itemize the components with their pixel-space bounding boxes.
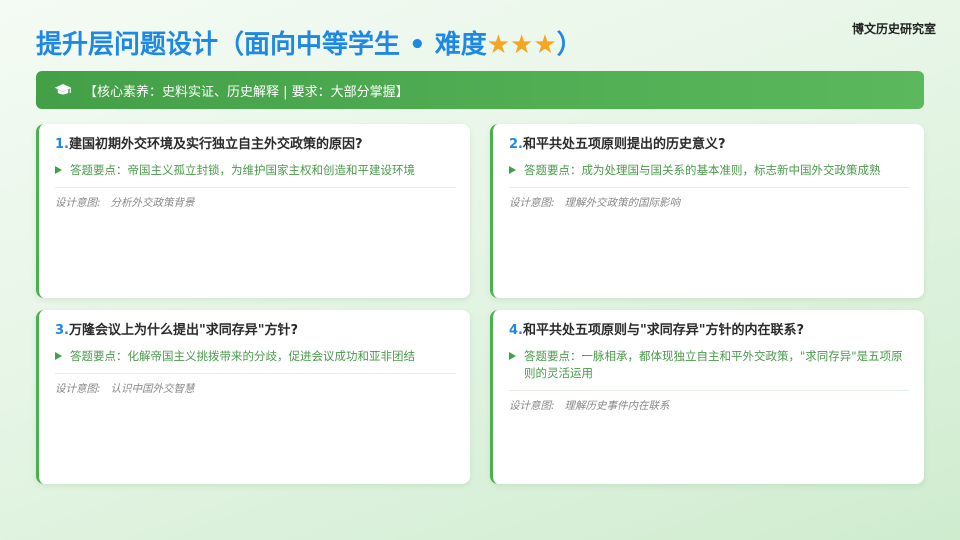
- question-title: 1.建国初期外交环境及实行独立自主外交政策的原因?: [55, 136, 456, 154]
- design-intent: 设计意图: 理解历史事件内在联系: [509, 398, 910, 413]
- intent-text: 分析外交政策背景: [110, 197, 195, 209]
- answer-points: 答题要点：成为处理国与国关系的基本准则，标志新中国外交政策成熟: [509, 162, 910, 188]
- intent-text: 认识中国外交智慧: [110, 383, 195, 395]
- brand-label: 博文历史研究室: [851, 22, 936, 36]
- answer-points: 答题要点：帝国主义孤立封锁，为维护国家主权和创造和平建设环境: [55, 162, 456, 188]
- design-intent: 设计意图: 理解外交政策的国际影响: [509, 195, 910, 210]
- answer-points: 答题要点：一脉相承，都体现独立自主和平外交政策，"求同存异"是五项原则的灵活运用: [509, 348, 910, 391]
- triangle-bullet-icon: [509, 352, 516, 360]
- question-text: 和平共处五项原则与"求同存异"方针的内在联系?: [522, 323, 805, 338]
- answer-text: 答题要点：成为处理国与国关系的基本准则，标志新中国外交政策成熟: [524, 163, 881, 177]
- question-title: 2.和平共处五项原则提出的历史意义?: [509, 136, 910, 154]
- page-title-close: ）: [556, 30, 583, 60]
- intent-text: 理解外交政策的国际影响: [564, 197, 681, 209]
- triangle-bullet-icon: [55, 166, 62, 174]
- intent-label: 设计意图:: [55, 197, 101, 209]
- question-card-4: 4.和平共处五项原则与"求同存异"方针的内在联系? 答题要点：一脉相承，都体现独…: [490, 310, 924, 484]
- question-number: 2.: [509, 137, 523, 152]
- answer-text: 答题要点：一脉相承，都体现独立自主和平外交政策，"求同存异"是五项原则的灵活运用: [524, 349, 903, 380]
- triangle-bullet-icon: [55, 352, 62, 360]
- intent-text: 理解历史事件内在联系: [564, 400, 670, 412]
- question-title: 3.万隆会议上为什么提出"求同存异"方针?: [55, 322, 456, 340]
- answer-text: 答题要点：帝国主义孤立封锁，为维护国家主权和创造和平建设环境: [70, 163, 415, 177]
- question-card-2: 2.和平共处五项原则提出的历史意义? 答题要点：成为处理国与国关系的基本准则，标…: [490, 124, 924, 298]
- answer-text: 答题要点：化解帝国主义挑拨带来的分歧，促进会议成功和亚非团结: [70, 349, 415, 363]
- triangle-bullet-icon: [509, 166, 516, 174]
- intent-label: 设计意图:: [509, 197, 555, 209]
- question-card-3: 3.万隆会议上为什么提出"求同存异"方针? 答题要点：化解帝国主义挑拨带来的分歧…: [36, 310, 470, 484]
- design-intent: 设计意图: 认识中国外交智慧: [55, 381, 456, 396]
- question-number: 3.: [55, 323, 69, 338]
- core-literacy-banner: 【核心素养：史料实证、历史解释 | 要求：大部分掌握】: [36, 71, 924, 109]
- question-text: 建国初期外交环境及实行独立自主外交政策的原因?: [68, 137, 363, 152]
- intent-label: 设计意图:: [55, 383, 101, 395]
- question-number: 4.: [509, 323, 523, 338]
- page-title-text: 提升层问题设计（面向中等学生 • 难度: [36, 30, 487, 60]
- question-text: 和平共处五项原则提出的历史意义?: [522, 137, 726, 152]
- question-number: 1.: [55, 137, 69, 152]
- design-intent: 设计意图: 分析外交政策背景: [55, 195, 456, 210]
- answer-points: 答题要点：化解帝国主义挑拨带来的分歧，促进会议成功和亚非团结: [55, 348, 456, 374]
- difficulty-stars: ★★★: [486, 30, 557, 60]
- graduation-cap-icon: [54, 84, 72, 95]
- intent-label: 设计意图:: [509, 400, 555, 412]
- question-card-1: 1.建国初期外交环境及实行独立自主外交政策的原因? 答题要点：帝国主义孤立封锁，…: [36, 124, 470, 298]
- question-title: 4.和平共处五项原则与"求同存异"方针的内在联系?: [509, 322, 910, 340]
- question-text: 万隆会议上为什么提出"求同存异"方针?: [68, 323, 299, 338]
- page-title: 提升层问题设计（面向中等学生 • 难度★★★）: [36, 24, 583, 61]
- banner-text: 【核心素养：史料实证、历史解释 | 要求：大部分掌握】: [84, 84, 409, 100]
